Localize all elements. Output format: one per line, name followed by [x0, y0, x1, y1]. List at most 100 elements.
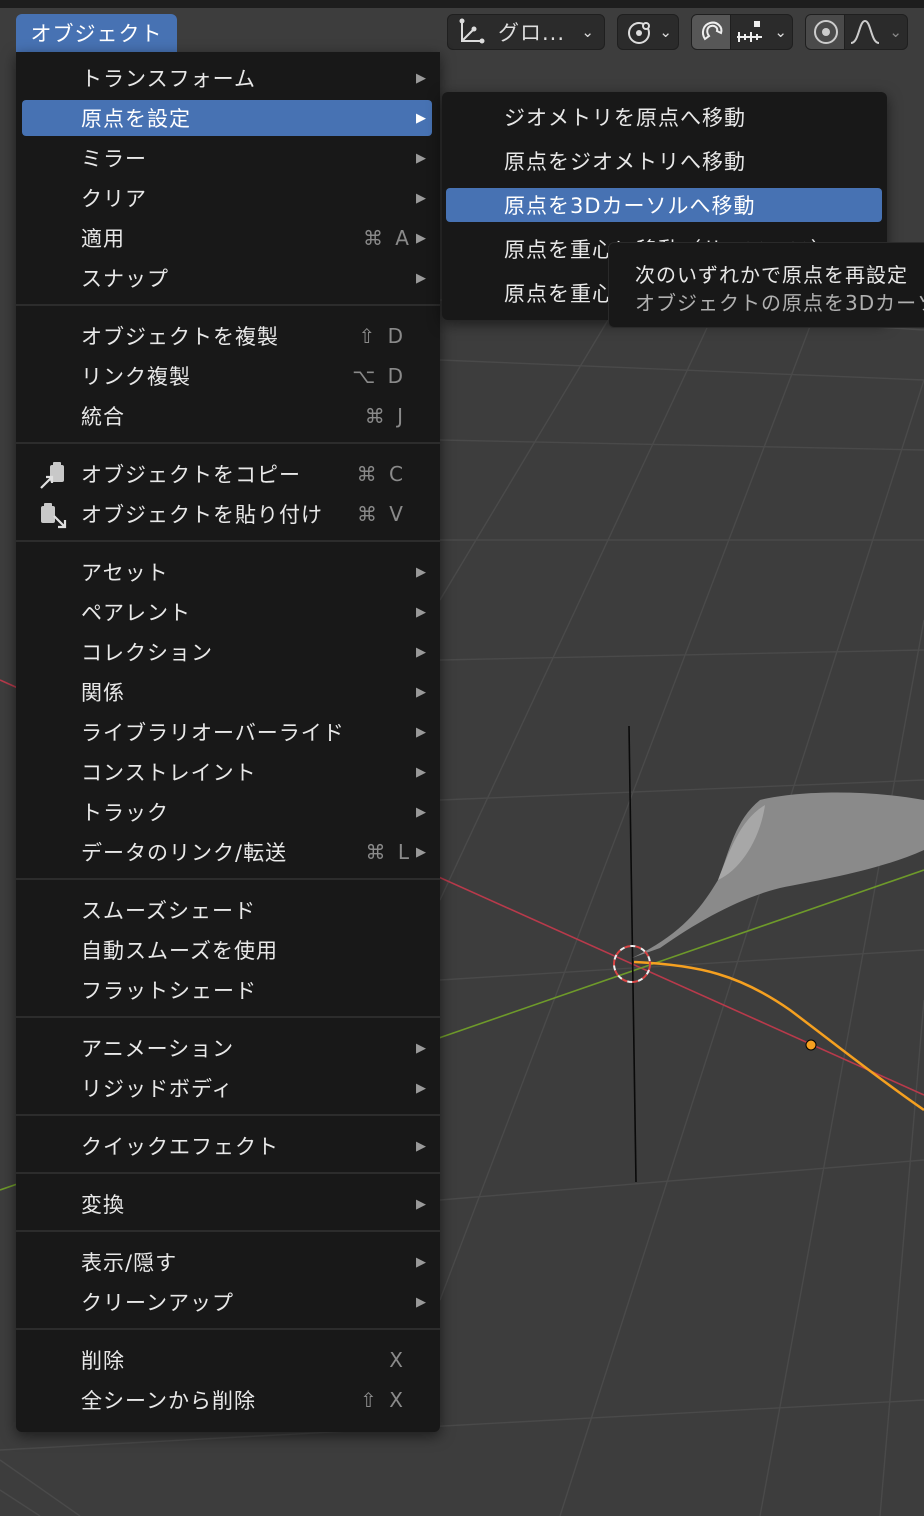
menu-item-0-5[interactable]: スナップ ▶ — [22, 260, 432, 296]
menu-item-label: フラットシェード — [81, 979, 257, 1003]
tooltip-title: 次のいずれかで原点を再設定 — [635, 263, 908, 287]
submenu-arrow-icon: ▶ — [416, 604, 426, 620]
menu-item-label: 全シーンから削除 — [81, 1389, 256, 1413]
menu-item-label: 削除 — [81, 1349, 125, 1373]
snap-toggle[interactable] — [691, 14, 731, 50]
menu-item-label: ミラー — [81, 147, 147, 171]
menu-item-label: ペアレント — [81, 601, 191, 625]
menu-item-0-3[interactable]: クリア ▶ — [22, 180, 432, 216]
submenu-arrow-icon: ▶ — [416, 684, 426, 700]
menu-item-label: 変換 — [81, 1193, 125, 1217]
menu-item-shortcut: ⌘ J — [364, 404, 406, 428]
object-menu: トランスフォーム ▶ 原点を設定 ▶ ミラー ▶ クリア ▶ 適用 ⌘ A ▶ スナップ ▶ オブジェクト… — [16, 52, 440, 1432]
menu-item-3-6[interactable]: トラック ▶ — [22, 794, 432, 830]
menu-item-2-1[interactable]: オブジェクトを貼り付け ⌘ V — [22, 496, 432, 532]
proportional-edit-toggle[interactable] — [805, 14, 845, 50]
submenu-arrow-icon: ▶ — [416, 844, 426, 860]
menu-separator — [16, 1230, 440, 1232]
menu-item-shortcut: X — [389, 1348, 406, 1372]
menu-item-shortcut: ⌘ C — [356, 462, 406, 486]
menu-item-1-2[interactable]: 統合 ⌘ J — [22, 398, 432, 434]
snap-increment-dropdown[interactable]: ⌄ — [730, 14, 793, 50]
menu-item-5-0[interactable]: アニメーション ▶ — [22, 1030, 432, 1066]
menu-item-3-4[interactable]: ライブラリオーバーライド ▶ — [22, 714, 432, 750]
menu-item-label: クイックエフェクト — [81, 1135, 279, 1159]
menu-separator — [16, 878, 440, 880]
menu-item-label: オブジェクトを複製 — [81, 325, 279, 349]
menu-item-3-1[interactable]: ペアレント ▶ — [22, 594, 432, 630]
menu-item-label: リンク複製 — [81, 365, 191, 389]
menu-item-2-0[interactable]: オブジェクトをコピー ⌘ C — [22, 456, 432, 492]
menu-separator — [16, 1016, 440, 1018]
menu-item-label: スナップ — [81, 267, 169, 291]
menu-item-1-1[interactable]: リンク複製 ⌥ D — [22, 358, 432, 394]
menu-item-label: アニメーション — [81, 1037, 235, 1061]
submenu-item-2[interactable]: 原点を3Dカーソルへ移動 — [446, 188, 882, 222]
copy-icon — [40, 462, 64, 489]
curve-handle-point[interactable] — [805, 1039, 817, 1051]
menu-item-label: クリーンアップ — [81, 1291, 234, 1315]
menu-separator — [16, 1328, 440, 1330]
menu-item-0-1[interactable]: 原点を設定 ▶ — [22, 100, 432, 136]
menu-item-7-0[interactable]: 変換 ▶ — [22, 1186, 432, 1222]
falloff-curve-icon — [850, 19, 880, 44]
menu-separator — [16, 1172, 440, 1174]
menu-item-3-2[interactable]: コレクション ▶ — [22, 634, 432, 670]
menu-item-label: 関係 — [81, 681, 125, 705]
submenu-arrow-icon: ▶ — [416, 1254, 426, 1270]
chevron-down-icon: ⌄ — [774, 23, 787, 41]
submenu-item-1[interactable]: 原点をジオメトリへ移動 — [446, 144, 882, 178]
menu-item-9-1[interactable]: 全シーンから削除 ⇧ X — [22, 1382, 432, 1418]
transform-orientation-dropdown[interactable]: グロ... ⌄ — [447, 14, 605, 50]
proportional-falloff-dropdown[interactable]: ⌄ — [844, 14, 908, 50]
menu-item-6-0[interactable]: クイックエフェクト ▶ — [22, 1128, 432, 1164]
menu-item-3-7[interactable]: データのリンク/転送 ⌘ L ▶ — [22, 834, 432, 870]
menu-item-label: 適用 — [81, 227, 125, 251]
menu-item-5-1[interactable]: リジッドボディ ▶ — [22, 1070, 432, 1106]
object-menu-button[interactable]: オブジェクト — [16, 14, 177, 52]
menu-separator — [16, 540, 440, 542]
menu-item-label: トラック — [81, 801, 169, 825]
menu-item-4-1[interactable]: 自動スムーズを使用 — [22, 932, 432, 968]
menu-item-label: スムーズシェード — [81, 899, 256, 923]
menu-item-8-0[interactable]: 表示/隠す ▶ — [22, 1244, 432, 1280]
menu-item-1-0[interactable]: オブジェクトを複製 ⇧ D — [22, 318, 432, 354]
menu-item-3-3[interactable]: 関係 ▶ — [22, 674, 432, 710]
submenu-item-label: 原点をジオメトリへ移動 — [504, 150, 746, 174]
chevron-down-icon: ⌄ — [889, 23, 902, 41]
menu-item-3-5[interactable]: コンストレイント ▶ — [22, 754, 432, 790]
menu-item-label: オブジェクトを貼り付け — [81, 503, 323, 527]
menu-item-label: データのリンク/転送 — [81, 841, 288, 865]
pivot-point-icon — [628, 22, 650, 44]
menu-item-label: 原点を設定 — [81, 107, 191, 131]
menu-item-0-4[interactable]: 適用 ⌘ A ▶ — [22, 220, 432, 256]
menu-item-shortcut: ⌘ V — [356, 502, 406, 526]
orientation-label: グロ... — [498, 21, 566, 45]
submenu-item-label: ジオメトリを原点へ移動 — [504, 106, 746, 130]
pivot-point-dropdown[interactable]: ⌄ — [617, 14, 679, 50]
tooltip-description: オブジェクトの原点を3Dカーソル位置に移動 — [635, 291, 924, 315]
menu-item-3-0[interactable]: アセット ▶ — [22, 554, 432, 590]
submenu-arrow-icon: ▶ — [416, 270, 426, 286]
submenu-arrow-icon: ▶ — [416, 724, 426, 740]
submenu-item-0[interactable]: ジオメトリを原点へ移動 — [446, 100, 882, 134]
submenu-arrow-icon: ▶ — [416, 1138, 426, 1154]
menu-item-0-0[interactable]: トランスフォーム ▶ — [22, 60, 432, 96]
chevron-down-icon: ⌄ — [659, 23, 672, 41]
snap-increment-icon — [737, 21, 762, 42]
submenu-arrow-icon: ▶ — [416, 564, 426, 580]
submenu-arrow-icon: ▶ — [416, 644, 426, 660]
top-bar-strip — [0, 0, 924, 8]
submenu-arrow-icon: ▶ — [416, 190, 426, 206]
menu-item-label: ライブラリオーバーライド — [81, 721, 345, 745]
menu-item-4-0[interactable]: スムーズシェード — [22, 892, 432, 928]
transform-orientation-icon — [459, 18, 485, 44]
submenu-arrow-icon: ▶ — [416, 1080, 426, 1096]
menu-separator — [16, 304, 440, 306]
menu-item-8-1[interactable]: クリーンアップ ▶ — [22, 1284, 432, 1320]
menu-item-4-2[interactable]: フラットシェード — [22, 972, 432, 1008]
submenu-arrow-icon: ▶ — [416, 110, 426, 126]
menu-item-0-2[interactable]: ミラー ▶ — [22, 140, 432, 176]
menu-item-label: トランスフォーム — [81, 67, 256, 91]
menu-item-9-0[interactable]: 削除 X — [22, 1342, 432, 1378]
